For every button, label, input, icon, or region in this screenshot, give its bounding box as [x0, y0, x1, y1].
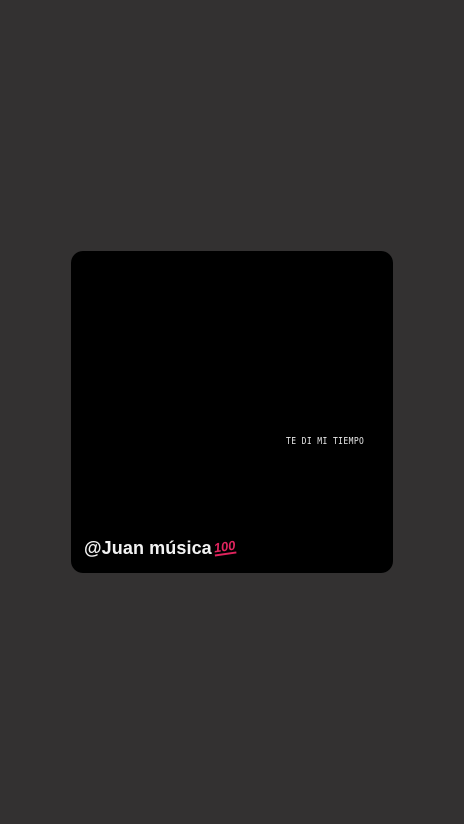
track-title: TE DI MI TIEMPO — [286, 435, 365, 447]
username-sticker[interactable]: @Juan música 100 — [84, 537, 236, 559]
username-label: @Juan música — [84, 538, 212, 558]
hundred-points-icon: 100 — [212, 537, 237, 555]
story-card[interactable]: TE DI MI TIEMPO @Juan música 100 — [71, 251, 393, 573]
